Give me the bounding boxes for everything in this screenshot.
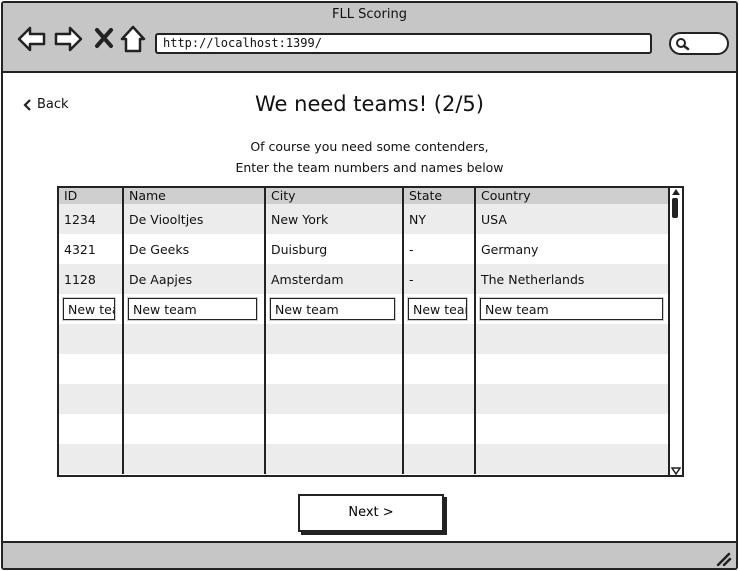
new-team-row [59,294,670,324]
cell-city[interactable]: New York [265,204,404,234]
cell-id[interactable]: 4321 [59,234,124,264]
cell-id[interactable]: 1128 [59,264,124,294]
column-header-country[interactable]: Country [475,188,670,204]
teams-table: ID Name City State Country 1234 De Viool… [57,186,684,477]
table-scrollbar[interactable] [668,188,682,475]
empty-row [59,414,670,444]
new-team-id-input[interactable] [62,297,116,321]
cell-state[interactable]: NY [403,204,476,234]
new-team-city-input[interactable] [269,297,396,321]
close-x-icon[interactable] [93,24,115,54]
cell-name[interactable]: De Aapjes [123,264,266,294]
search-icon [676,38,690,51]
status-bar [3,541,736,568]
table-header-row: ID Name City State Country [59,188,670,204]
scroll-up-arrow-icon[interactable] [671,188,681,196]
column-header-name[interactable]: Name [123,188,266,204]
scroll-thumb[interactable] [672,198,678,218]
column-header-state[interactable]: State [403,188,476,204]
browser-window: FLL Scoring http://localhost:1399/ Back … [1,1,738,570]
next-button[interactable]: Next > [298,494,444,532]
page-title: We need teams! (2/5) [255,92,484,116]
subtitle-line-2: Enter the team numbers and names below [235,160,504,175]
cell-name[interactable]: De Geeks [123,234,266,264]
search-box[interactable] [669,32,729,55]
forward-arrow-icon[interactable] [53,24,83,54]
cell-state[interactable]: - [403,264,476,294]
column-header-id[interactable]: ID [59,188,124,204]
column-header-city[interactable]: City [265,188,404,204]
cell-country[interactable]: USA [475,204,670,234]
cell-state[interactable]: - [403,234,476,264]
resize-grip-icon[interactable] [714,550,732,566]
cell-country[interactable]: Germany [475,234,670,264]
page-content: Back We need teams! (2/5) Of course you … [3,75,736,541]
home-icon[interactable] [119,24,147,54]
new-team-country-input[interactable] [479,297,664,321]
empty-row [59,444,670,474]
new-team-state-input[interactable] [407,297,468,321]
empty-row [59,384,670,414]
empty-row [59,324,670,354]
title-bar: FLL Scoring http://localhost:1399/ [3,3,736,73]
cell-name[interactable]: De Viooltjes [123,204,266,234]
table-row[interactable]: 1128 De Aapjes Amsterdam - The Netherlan… [59,264,670,294]
empty-row [59,354,670,384]
new-team-name-input[interactable] [127,297,258,321]
back-arrow-icon[interactable] [17,24,47,54]
table-row[interactable]: 4321 De Geeks Duisburg - Germany [59,234,670,264]
cell-country[interactable]: The Netherlands [475,264,670,294]
table-row[interactable]: 1234 De Viooltjes New York NY USA [59,204,670,234]
cell-id[interactable]: 1234 [59,204,124,234]
address-bar[interactable]: http://localhost:1399/ [155,33,652,54]
subtitle-line-1: Of course you need some contenders, [250,139,489,154]
cell-city[interactable]: Amsterdam [265,264,404,294]
cell-city[interactable]: Duisburg [265,234,404,264]
scroll-down-arrow-icon[interactable] [671,467,681,475]
window-title: FLL Scoring [332,7,407,22]
